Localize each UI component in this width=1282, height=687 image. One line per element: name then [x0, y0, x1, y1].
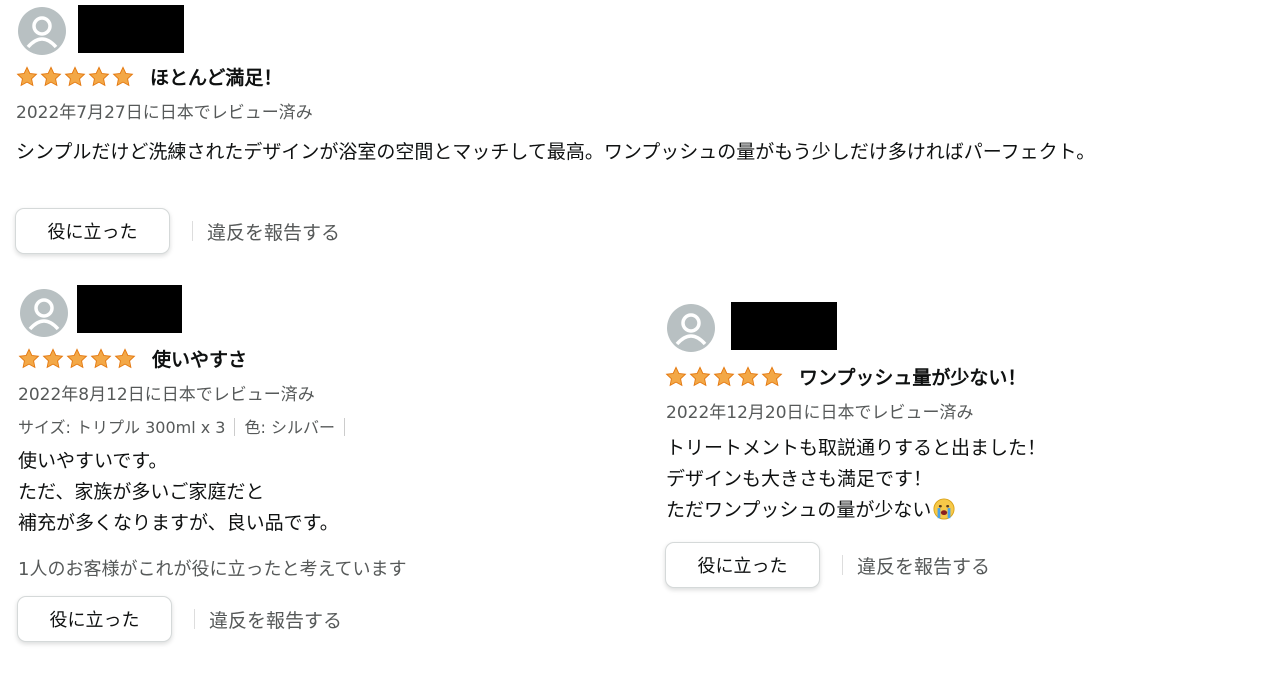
star-icon	[689, 365, 711, 386]
star-rating[interactable]	[18, 347, 136, 370]
review-actions: 役に立った 違反を報告する	[665, 542, 990, 588]
avatar-icon	[667, 304, 715, 352]
helpful-button[interactable]: 役に立った	[17, 596, 172, 642]
review-body: 使いやすいです。 ただ、家族が多いご家庭だと 補充が多くなりますが、良い品です。	[18, 446, 339, 539]
helpful-button[interactable]: 役に立った	[15, 208, 170, 254]
helpful-button[interactable]: 役に立った	[665, 542, 820, 588]
star-icon	[88, 65, 110, 86]
review-title[interactable]: 使いやすさ	[152, 345, 247, 372]
variant-color[interactable]: 色: シルバー	[244, 418, 334, 437]
review-date: 2022年12月20日に日本でレビュー済み	[666, 403, 974, 423]
report-abuse-link[interactable]: 違反を報告する	[207, 218, 340, 245]
report-abuse-link[interactable]: 違反を報告する	[857, 552, 990, 579]
rating-row: 使いやすさ	[18, 345, 247, 372]
star-icon	[90, 347, 112, 368]
review-body-line: デザインも大きさも満足です！	[666, 468, 933, 490]
report-abuse-link[interactable]: 違反を報告する	[209, 606, 342, 633]
review-body-line: ただ、家族が多いご家庭だと	[18, 481, 265, 503]
star-rating[interactable]	[16, 65, 134, 88]
review-actions: 役に立った 違反を報告する	[17, 596, 342, 642]
reviewer-name-redacted	[731, 302, 837, 350]
divider	[194, 609, 195, 629]
star-icon	[42, 347, 64, 368]
star-rating[interactable]	[665, 365, 783, 388]
star-icon	[18, 347, 40, 368]
review-date: 2022年8月12日に日本でレビュー済み	[18, 385, 315, 405]
review-body-line: ただワンプッシュの量が少ない	[666, 499, 932, 521]
crying-face-icon	[933, 498, 955, 520]
helpful-count-text: 1人のお客様がこれが役に立ったと考えています	[18, 559, 407, 580]
review-body-line: 補充が多くなりますが、良い品です。	[18, 512, 339, 534]
review-body: シンプルだけど洗練されたデザインが浴室の空間とマッチして最高。ワンプッシュの量が…	[16, 137, 1095, 168]
review-variant: サイズ: トリプル 300ml x 3 色: シルバー	[18, 414, 354, 438]
star-icon	[40, 65, 62, 86]
star-icon	[112, 65, 134, 86]
variant-separator	[343, 418, 345, 436]
divider	[842, 555, 843, 575]
avatar-icon	[20, 289, 68, 337]
variant-separator	[234, 418, 236, 436]
review-body: トリートメントも取説通りすると出ました！ デザインも大きさも満足です！ ただワン…	[666, 433, 1046, 526]
review-actions: 役に立った 違反を報告する	[15, 208, 340, 254]
review-body-line-with-emoji: ただワンプッシュの量が少ない	[666, 495, 1046, 526]
divider	[192, 221, 193, 241]
review-body-line: シンプルだけど洗練されたデザインが浴室の空間とマッチして最高。ワンプッシュの量が…	[16, 141, 1096, 163]
review-date: 2022年7月27日に日本でレビュー済み	[16, 103, 313, 123]
avatar-icon	[18, 7, 66, 55]
review-body-line: トリートメントも取説通りすると出ました！	[666, 437, 1047, 459]
review-title[interactable]: ほとんど満足！	[150, 63, 282, 90]
review-body-line: 使いやすいです。	[18, 450, 168, 472]
star-icon	[64, 65, 86, 86]
variant-size[interactable]: サイズ: トリプル 300ml x 3	[18, 418, 225, 437]
rating-row: ワンプッシュ量が少ない！	[665, 363, 1026, 390]
star-icon	[66, 347, 88, 368]
star-icon	[665, 365, 687, 386]
reviewer-name-redacted	[77, 285, 182, 333]
star-icon	[713, 365, 735, 386]
review-title[interactable]: ワンプッシュ量が少ない！	[799, 363, 1026, 390]
star-icon	[16, 65, 38, 86]
reviewer-name-redacted	[78, 5, 184, 53]
star-icon	[114, 347, 136, 368]
rating-row: ほとんど満足！	[16, 63, 282, 90]
star-icon	[737, 365, 759, 386]
star-icon	[761, 365, 783, 386]
